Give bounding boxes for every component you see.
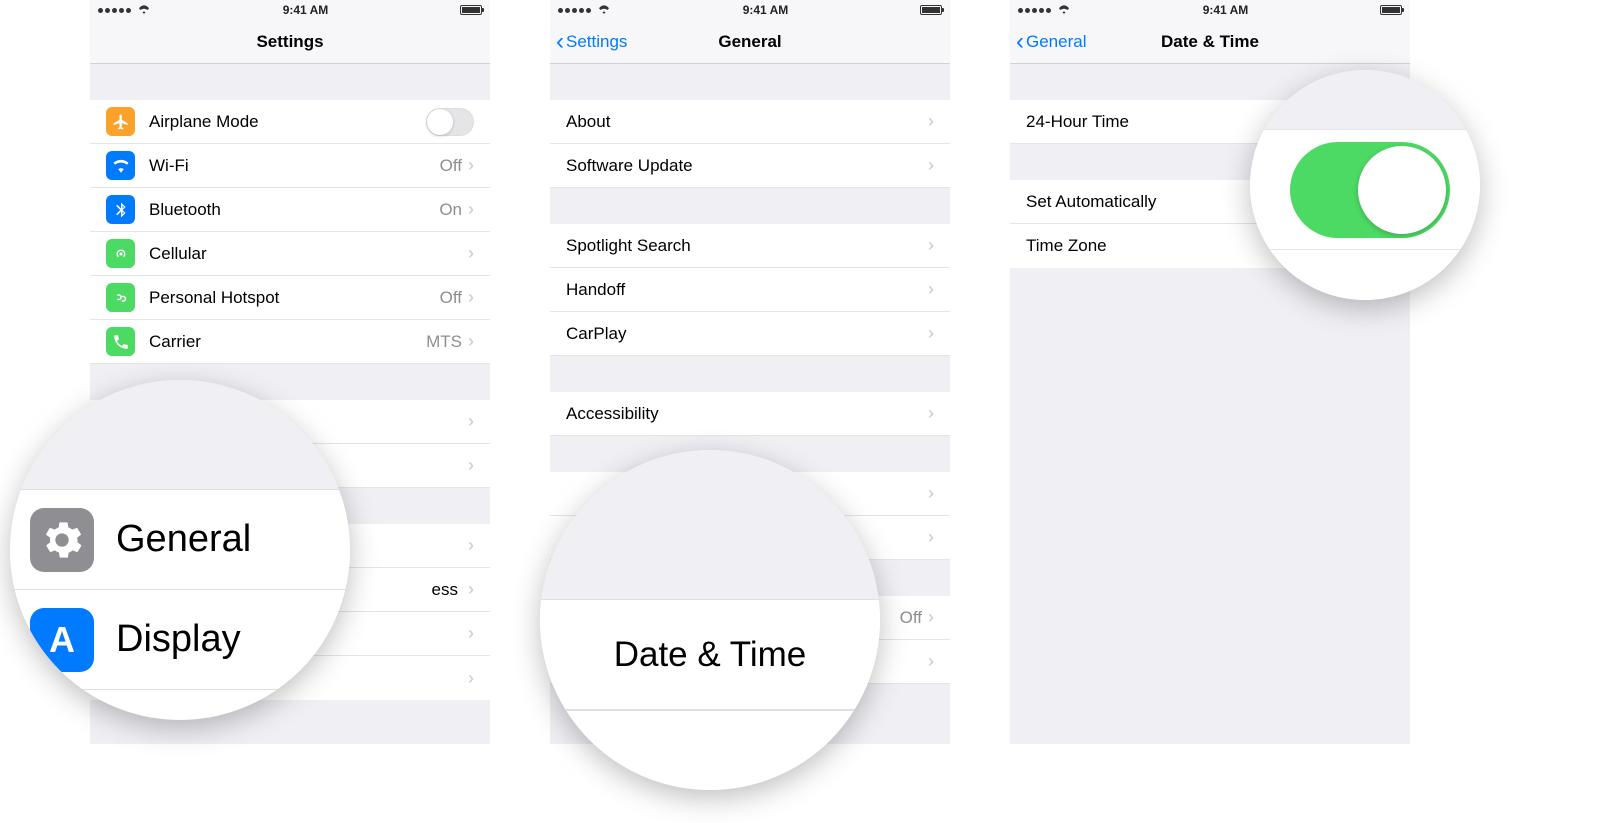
row-carrier[interactable]: Carrier MTS ›: [90, 320, 490, 364]
chevron-right-icon: ›: [468, 411, 474, 432]
set-automatically-toggle-zoom[interactable]: [1290, 142, 1450, 238]
back-label: Settings: [566, 32, 627, 52]
wifi-row-icon: [106, 151, 135, 180]
chevron-right-icon: ›: [468, 623, 474, 644]
gear-icon: [30, 508, 94, 572]
row-value: Off: [440, 288, 462, 308]
phone-icon: [106, 327, 135, 356]
nav-bar: ‹Settings General: [550, 20, 950, 64]
row-label: Wi-Fi: [149, 156, 440, 176]
chevron-right-icon: ›: [928, 111, 934, 132]
airplane-toggle[interactable]: [426, 108, 474, 136]
magnifier-date-time: Date & Time: [540, 450, 880, 790]
chevron-left-icon: ‹: [1016, 30, 1024, 54]
hotspot-icon: [106, 283, 135, 312]
chevron-right-icon: ›: [468, 199, 474, 220]
chevron-right-icon: ›: [928, 235, 934, 256]
chevron-right-icon: ›: [928, 483, 934, 504]
row-cellular[interactable]: Cellular ›: [90, 232, 490, 276]
mag-row-general[interactable]: General: [10, 490, 350, 590]
wifi-icon: [1057, 5, 1071, 15]
row-wifi[interactable]: Wi-Fi Off ›: [90, 144, 490, 188]
row-hotspot[interactable]: Personal Hotspot Off ›: [90, 276, 490, 320]
row-bluetooth[interactable]: Bluetooth On ›: [90, 188, 490, 232]
back-button[interactable]: ‹General: [1016, 30, 1086, 54]
chevron-right-icon: ›: [928, 155, 934, 176]
row-value: MTS: [426, 332, 462, 352]
row-spotlight[interactable]: Spotlight Search›: [550, 224, 950, 268]
bluetooth-icon: [106, 195, 135, 224]
status-time: 9:41 AM: [743, 3, 789, 17]
chevron-right-icon: ›: [468, 579, 474, 600]
nav-bar: Settings: [90, 20, 490, 64]
chevron-right-icon: ›: [468, 155, 474, 176]
chevron-right-icon: ›: [468, 331, 474, 352]
status-bar: 9:41 AM: [90, 0, 490, 20]
row-label: Cellular: [149, 244, 468, 264]
row-airplane-mode[interactable]: Airplane Mode: [90, 100, 490, 144]
chevron-right-icon: ›: [928, 403, 934, 424]
row-label: Bluetooth: [149, 200, 439, 220]
chevron-right-icon: ›: [468, 668, 474, 689]
mag-label: General: [116, 518, 251, 561]
battery-icon: [920, 5, 942, 15]
row-carplay[interactable]: CarPlay›: [550, 312, 950, 356]
magnifier-general: General A Display: [10, 380, 350, 720]
airplane-icon: [106, 107, 135, 136]
status-time: 9:41 AM: [283, 3, 329, 17]
cellular-icon: [106, 239, 135, 268]
magnifier-toggle: [1250, 70, 1480, 300]
chevron-right-icon: ›: [468, 455, 474, 476]
row-label: Carrier: [149, 332, 426, 352]
status-time: 9:41 AM: [1203, 3, 1249, 17]
nav-bar: ‹General Date & Time: [1010, 20, 1410, 64]
chevron-right-icon: ›: [928, 323, 934, 344]
row-about[interactable]: About›: [550, 100, 950, 144]
back-button[interactable]: ‹Settings: [556, 30, 627, 54]
chevron-right-icon: ›: [928, 607, 934, 628]
nav-title: Settings: [90, 32, 490, 52]
mag-label: Date & Time: [614, 635, 807, 675]
wifi-icon: [597, 5, 611, 15]
chevron-right-icon: ›: [928, 527, 934, 548]
status-bar: 9:41 AM: [550, 0, 950, 20]
chevron-right-icon: ›: [468, 287, 474, 308]
back-label: General: [1026, 32, 1086, 52]
battery-icon: [1380, 5, 1402, 15]
row-software-update[interactable]: Software Update›: [550, 144, 950, 188]
row-label: Personal Hotspot: [149, 288, 440, 308]
chevron-left-icon: ‹: [556, 30, 564, 54]
wifi-icon: [137, 5, 151, 15]
row-label: Airplane Mode: [149, 112, 426, 132]
row-handoff[interactable]: Handoff›: [550, 268, 950, 312]
chevron-right-icon: ›: [928, 279, 934, 300]
chevron-right-icon: ›: [928, 651, 934, 672]
chevron-right-icon: ›: [468, 535, 474, 556]
chevron-right-icon: ›: [468, 243, 474, 264]
row-accessibility[interactable]: Accessibility›: [550, 392, 950, 436]
row-value: Off: [440, 156, 462, 176]
mag-row-date-time[interactable]: Date & Time: [540, 600, 880, 710]
battery-icon: [460, 5, 482, 15]
row-value: On: [439, 200, 462, 220]
mag-label: Display: [116, 618, 241, 661]
status-bar: 9:41 AM: [1010, 0, 1410, 20]
